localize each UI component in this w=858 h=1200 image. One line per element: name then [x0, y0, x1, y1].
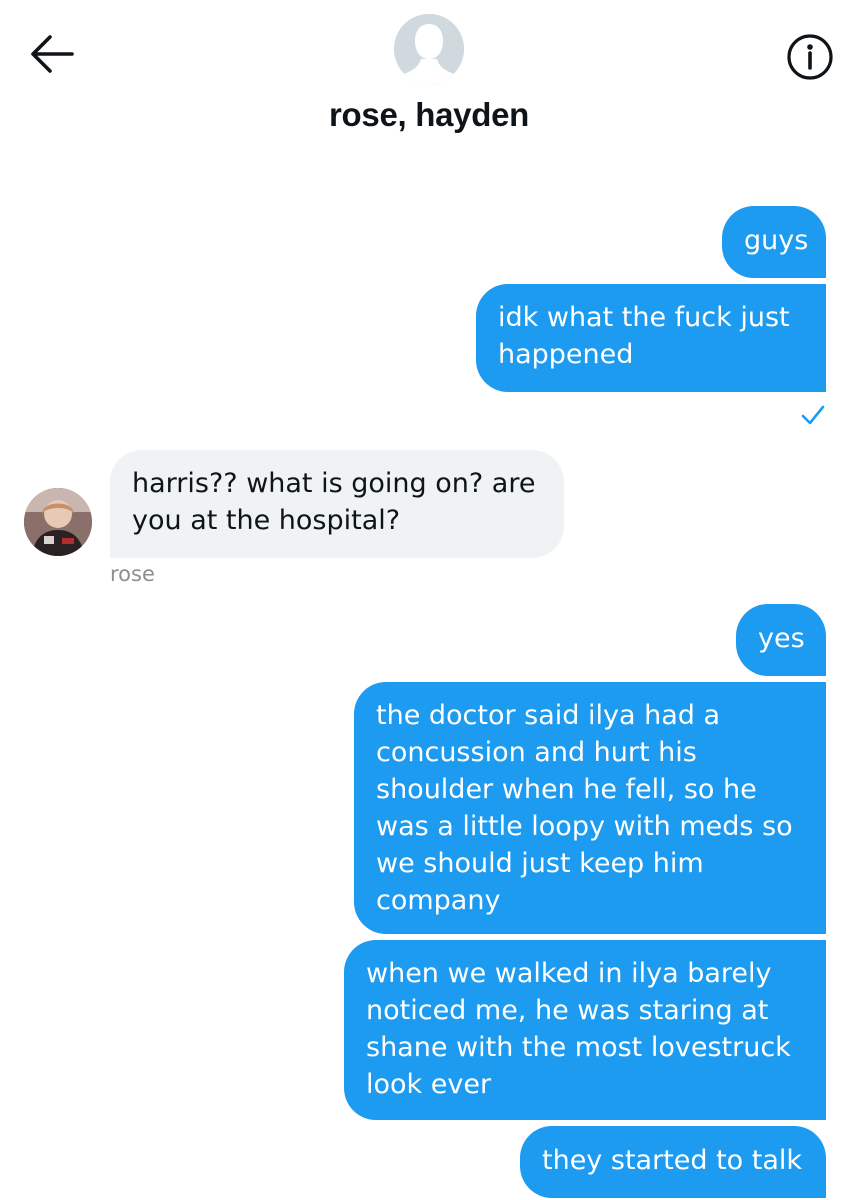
back-button[interactable] [22, 24, 82, 84]
message-text: harris?? what is going on? are you at th… [132, 468, 536, 536]
message-text: when we walked in ilya barely noticed me… [366, 958, 791, 1100]
conversation-title: rose, hayden [329, 96, 529, 133]
arrow-left-icon [31, 35, 74, 73]
message-text: idk what the fuck just happened [498, 302, 790, 370]
message-text: the doctor said ilya had a concussion an… [376, 700, 793, 916]
sender-avatar[interactable] [24, 488, 92, 556]
outgoing-message-bubble[interactable]: idk what the fuck just happened [476, 284, 826, 392]
outgoing-message-bubble[interactable]: they started to talk [520, 1126, 826, 1198]
message-text: guys [744, 225, 809, 256]
message-text: they started to talk [542, 1145, 803, 1176]
conversation-header: rose, hayden [0, 0, 858, 160]
message-text: yes [758, 623, 805, 654]
sender-name: rose [110, 562, 155, 586]
incoming-message-bubble[interactable]: harris?? what is going on? are you at th… [110, 450, 564, 558]
outgoing-message-bubble[interactable]: yes [736, 604, 826, 676]
outgoing-message-bubble[interactable]: the doctor said ilya had a concussion an… [354, 682, 826, 934]
info-circle-icon [787, 34, 833, 80]
outgoing-message-bubble[interactable]: guys [722, 206, 826, 278]
checkmark-icon [801, 405, 825, 425]
group-avatar[interactable] [394, 14, 464, 84]
default-avatar-silhouette-icon [394, 14, 464, 84]
profile-photo-icon [24, 488, 92, 556]
outgoing-message-bubble[interactable]: when we walked in ilya barely noticed me… [344, 940, 826, 1120]
info-button[interactable] [784, 31, 836, 83]
